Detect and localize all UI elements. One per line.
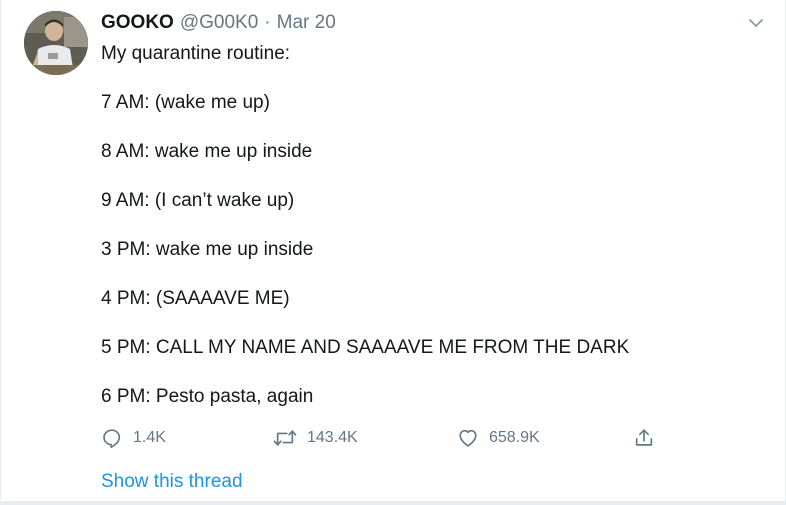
like-count: 658.9K (489, 429, 540, 446)
tweet-line: 9 AM: (I can’t wake up) (101, 190, 295, 211)
tweet-date[interactable]: Mar 20 (277, 12, 336, 34)
tweet-line: 7 AM: (wake me up) (101, 92, 270, 113)
share-icon (635, 429, 653, 446)
show-thread-link[interactable]: Show this thread (101, 471, 243, 493)
tweet-header: GOOKO @G00K0 · Mar 20 (101, 11, 336, 35)
reply-icon (103, 429, 121, 448)
tweet-card[interactable]: GOOKO @G00K0 · Mar 20 My quarantine rout… (0, 0, 786, 505)
author-name[interactable]: GOOKO (101, 12, 174, 34)
author-handle[interactable]: @G00K0 (180, 12, 258, 34)
retweet-icon (273, 430, 297, 446)
tweet-line: 6 PM: Pesto pasta, again (101, 386, 314, 407)
like-button[interactable]: 658.9K (457, 424, 540, 452)
separator-dot: · (264, 12, 271, 33)
chevron-down-icon[interactable] (747, 14, 765, 32)
tweet-text: My quarantine routine: 7 AM: (wake me up… (101, 42, 761, 409)
tweet-line: 5 PM: CALL MY NAME AND SAAAAVE ME FROM T… (101, 337, 630, 358)
tweet-line: 8 AM: wake me up inside (101, 141, 313, 162)
tweet-line: 3 PM: wake me up inside (101, 239, 314, 260)
reply-button[interactable]: 1.4K (101, 424, 166, 452)
tweet-line: 4 PM: (SAAAAVE ME) (101, 288, 290, 309)
avatar[interactable] (24, 11, 88, 75)
tweet-actions: 1.4K 143.4K 658.9K (101, 424, 671, 452)
reply-count: 1.4K (133, 429, 166, 446)
heart-icon (459, 429, 477, 447)
tweet-line-intro: My quarantine routine: (101, 43, 291, 64)
share-button[interactable] (633, 424, 665, 452)
retweet-button[interactable]: 143.4K (273, 424, 358, 452)
retweet-count: 143.4K (307, 429, 358, 446)
